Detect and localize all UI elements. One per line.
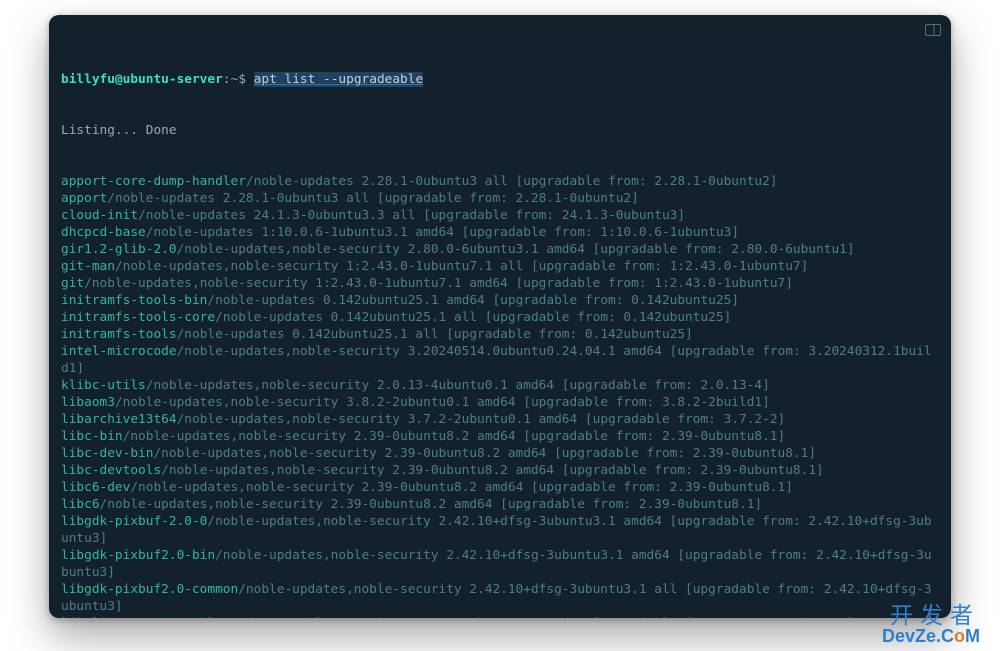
package-name: intel-microcode (61, 344, 177, 359)
package-details: /noble-updates 0.142ubuntu25.1 all [upgr… (215, 310, 731, 325)
package-name: klibc-utils (61, 378, 146, 393)
package-details: /noble-updates,noble-security 2.0.13-4ub… (146, 378, 770, 393)
package-line: libgdk-pixbuf2.0-bin/noble-updates,noble… (61, 547, 939, 581)
listing-header: Listing... Done (61, 122, 939, 139)
package-name: libaom3 (61, 395, 115, 410)
package-line: initramfs-tools-core/noble-updates 0.142… (61, 309, 939, 326)
package-line: git-man/noble-updates,noble-security 1:2… (61, 258, 939, 275)
package-line: libaom3/noble-updates,noble-security 3.8… (61, 394, 939, 411)
package-name: libgdk-pixbuf2.0-bin (61, 548, 215, 563)
package-line: libc-dev-bin/noble-updates,noble-securit… (61, 445, 939, 462)
package-name: libc-bin (61, 429, 123, 444)
prompt-user: billyfu@ubuntu-server (61, 72, 223, 87)
package-line: intel-microcode/noble-updates,noble-secu… (61, 343, 939, 377)
package-line: libglib2.0-0t64/noble-updates,noble-secu… (61, 615, 939, 618)
package-details: /noble-updates 2.28.1-0ubuntu3 all [upgr… (246, 174, 778, 189)
package-name: initramfs-tools (61, 327, 177, 342)
package-name: apport (61, 191, 107, 206)
package-line: klibc-utils/noble-updates,noble-security… (61, 377, 939, 394)
package-name: initramfs-tools-core (61, 310, 215, 325)
package-details: /noble-updates 24.1.3-0ubuntu3.3 all [up… (138, 208, 685, 223)
package-line: libgdk-pixbuf2.0-common/noble-updates,no… (61, 581, 939, 615)
package-line: gir1.2-glib-2.0/noble-updates,noble-secu… (61, 241, 939, 258)
package-line: libc-bin/noble-updates,noble-security 2.… (61, 428, 939, 445)
watermark: 开发者 DevZe.CoM (882, 604, 980, 645)
package-name: gir1.2-glib-2.0 (61, 242, 177, 257)
package-details: /noble-updates,noble-security 3.20240514… (61, 344, 932, 376)
package-name: libarchive13t64 (61, 412, 177, 427)
package-line: initramfs-tools/noble-updates 0.142ubunt… (61, 326, 939, 343)
package-name: initramfs-tools-bin (61, 293, 207, 308)
package-name: dhcpcd-base (61, 225, 146, 240)
package-name: libc6-dev (61, 480, 130, 495)
terminal-output[interactable]: billyfu@ubuntu-server:~$ apt list --upgr… (61, 37, 939, 608)
package-details: /noble-updates,noble-security 2.80.0-6ub… (177, 242, 855, 257)
package-details: /noble-updates,noble-security 2.39-0ubun… (161, 463, 824, 478)
package-line: libc6-dev/noble-updates,noble-security 2… (61, 479, 939, 496)
package-details: /noble-updates,noble-security 3.8.2-2ubu… (115, 395, 770, 410)
package-details: /noble-updates,noble-security 3.7.2-2ubu… (177, 412, 786, 427)
prompt-separator: : (223, 72, 231, 87)
package-line: git/noble-updates,noble-security 1:2.43.… (61, 275, 939, 292)
package-details: /noble-updates 0.142ubuntu25.1 all [upgr… (177, 327, 693, 342)
package-name: libgdk-pixbuf2.0-common (61, 582, 238, 597)
package-details: /noble-updates,noble-security 2.39-0ubun… (153, 446, 816, 461)
package-name: cloud-init (61, 208, 138, 223)
package-line: dhcpcd-base/noble-updates 1:10.0.6-1ubun… (61, 224, 939, 241)
package-line: libgdk-pixbuf-2.0-0/noble-updates,noble-… (61, 513, 939, 547)
package-name: libc-dev-bin (61, 446, 153, 461)
package-line: libarchive13t64/noble-updates,noble-secu… (61, 411, 939, 428)
package-line: initramfs-tools-bin/noble-updates 0.142u… (61, 292, 939, 309)
package-name: libc6 (61, 497, 100, 512)
package-line: apport-core-dump-handler/noble-updates 2… (61, 173, 939, 190)
package-name: git (61, 276, 84, 291)
package-details: /noble-updates 2.28.1-0ubuntu3 all [upgr… (107, 191, 639, 206)
pane-split-icon (925, 21, 941, 33)
package-details: /noble-updates,noble-security 2.80.0-6ub… (177, 616, 855, 618)
typed-command: apt list --upgradeable (254, 72, 424, 87)
package-name: git-man (61, 259, 115, 274)
package-details: /noble-updates,noble-security 2.39-0ubun… (100, 497, 763, 512)
package-details: /noble-updates 1:10.0.6-1ubuntu3.1 amd64… (146, 225, 739, 240)
prompt-line: billyfu@ubuntu-server:~$ apt list --upgr… (61, 71, 939, 88)
package-line: libc-devtools/noble-updates,noble-securi… (61, 462, 939, 479)
package-details: /noble-updates 0.142ubuntu25.1 amd64 [up… (207, 293, 739, 308)
package-name: libglib2.0-0t64 (61, 616, 177, 618)
package-line: apport/noble-updates 2.28.1-0ubuntu3 all… (61, 190, 939, 207)
package-line: cloud-init/noble-updates 24.1.3-0ubuntu3… (61, 207, 939, 224)
package-name: libgdk-pixbuf-2.0-0 (61, 514, 207, 529)
watermark-cn: 开发者 (882, 604, 980, 627)
watermark-en: DevZe.CoM (882, 627, 980, 645)
package-details: /noble-updates,noble-security 1:2.43.0-1… (115, 259, 808, 274)
package-name: apport-core-dump-handler (61, 174, 246, 189)
package-name: libc-devtools (61, 463, 161, 478)
package-line: libc6/noble-updates,noble-security 2.39-… (61, 496, 939, 513)
terminal-window[interactable]: billyfu@ubuntu-server:~$ apt list --upgr… (49, 15, 951, 618)
prompt-dollar: $ (238, 72, 246, 87)
package-details: /noble-updates,noble-security 2.39-0ubun… (130, 480, 793, 495)
package-details: /noble-updates,noble-security 2.39-0ubun… (123, 429, 786, 444)
package-details: /noble-updates,noble-security 1:2.43.0-1… (84, 276, 793, 291)
